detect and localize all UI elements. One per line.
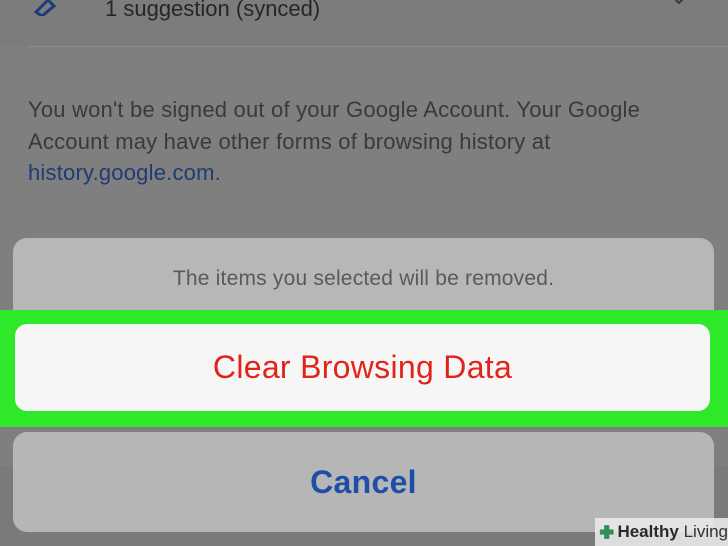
watermark-text: Healthy Living bbox=[617, 522, 728, 542]
plus-icon bbox=[599, 525, 614, 539]
watermark-brand-rest: Living bbox=[678, 522, 728, 541]
divider bbox=[28, 46, 728, 47]
pen-icon bbox=[34, 0, 57, 16]
clear-browsing-data-button[interactable]: Clear Browsing Data bbox=[15, 324, 710, 411]
suggestion-count-text: 1 suggestion (synced) bbox=[105, 0, 321, 21]
account-info-body: You won't be signed out of your Google A… bbox=[28, 97, 641, 154]
account-info-text: You won't be signed out of your Google A… bbox=[28, 94, 708, 189]
action-sheet-message: The items you selected will be removed. bbox=[172, 267, 555, 290]
chevron-down-icon bbox=[674, 0, 684, 5]
watermark: Healthy Living bbox=[595, 518, 728, 546]
info-period: . bbox=[214, 160, 221, 185]
cancel-button[interactable]: Cancel bbox=[13, 432, 714, 532]
history-link[interactable]: history.google.com bbox=[28, 160, 215, 185]
watermark-brand-bold: Healthy bbox=[617, 522, 679, 541]
